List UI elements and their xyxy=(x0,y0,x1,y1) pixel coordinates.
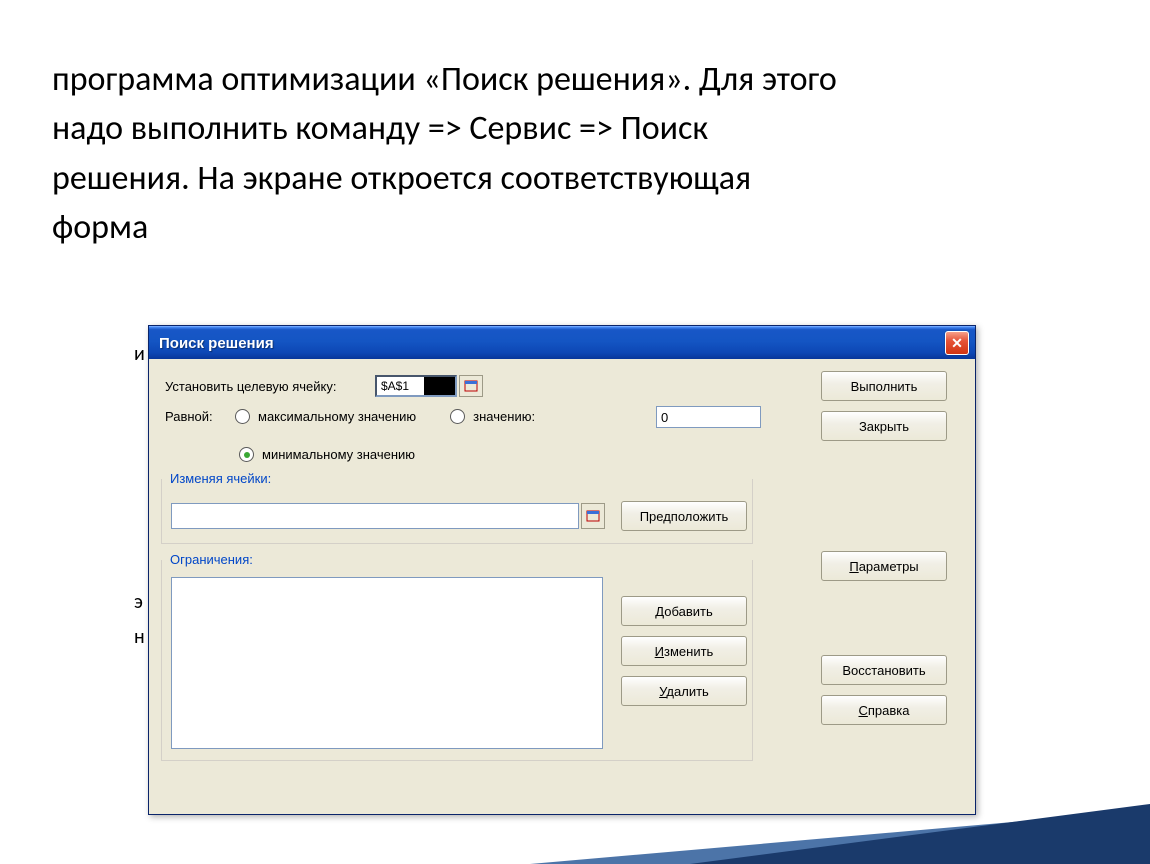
slide-paragraph: программа оптимизации «Поиск решения». Д… xyxy=(52,55,852,252)
radio-min[interactable] xyxy=(239,447,254,462)
target-cell-input[interactable] xyxy=(375,375,457,397)
radio-value-label: значению: xyxy=(473,409,535,424)
radio-max-label: максимальному значению xyxy=(258,409,416,424)
radio-min-label: минимальному значению xyxy=(262,447,415,462)
radio-value[interactable] xyxy=(450,409,465,424)
radio-max[interactable] xyxy=(235,409,250,424)
range-picker-icon[interactable] xyxy=(459,375,483,397)
decorative-wedge xyxy=(690,804,1150,864)
dialog-body: Установить целевую ячейку: Равной: макси… xyxy=(149,359,975,815)
stray-char: н xyxy=(134,625,145,649)
min-row: минимальному значению xyxy=(239,447,415,462)
solver-dialog: Поиск решения ✕ Установить целевую ячейк… xyxy=(148,325,976,815)
edit-button[interactable]: Изменить xyxy=(621,636,747,666)
changing-title: Изменяя ячейки: xyxy=(167,471,274,486)
reset-button[interactable]: Восстановить xyxy=(821,655,947,685)
add-button[interactable]: Добавить xyxy=(621,596,747,626)
suggest-button[interactable]: Предположить xyxy=(621,501,747,531)
constraints-title: Ограничения: xyxy=(167,552,256,567)
close-button[interactable]: Закрыть xyxy=(821,411,947,441)
dialog-title: Поиск решения xyxy=(159,335,274,352)
range-picker-icon[interactable] xyxy=(581,503,605,529)
equal-row: Равной: максимальному значению значению: xyxy=(165,409,535,424)
execute-button[interactable]: Выполнить xyxy=(821,371,947,401)
target-label: Установить целевую ячейку: xyxy=(165,379,375,394)
help-button[interactable]: Справка xyxy=(821,695,947,725)
stray-char: э xyxy=(134,590,143,614)
equal-label: Равной: xyxy=(165,409,227,424)
changing-cells-input[interactable] xyxy=(171,503,579,529)
constraints-listbox[interactable] xyxy=(171,577,603,749)
close-icon[interactable]: ✕ xyxy=(945,331,969,355)
value-input[interactable] xyxy=(656,406,761,428)
params-button[interactable]: Параметры xyxy=(821,551,947,581)
target-row: Установить целевую ячейку: xyxy=(165,375,483,397)
titlebar: Поиск решения ✕ xyxy=(149,326,975,359)
delete-button[interactable]: Удалить xyxy=(621,676,747,706)
stray-char: и xyxy=(134,342,145,366)
